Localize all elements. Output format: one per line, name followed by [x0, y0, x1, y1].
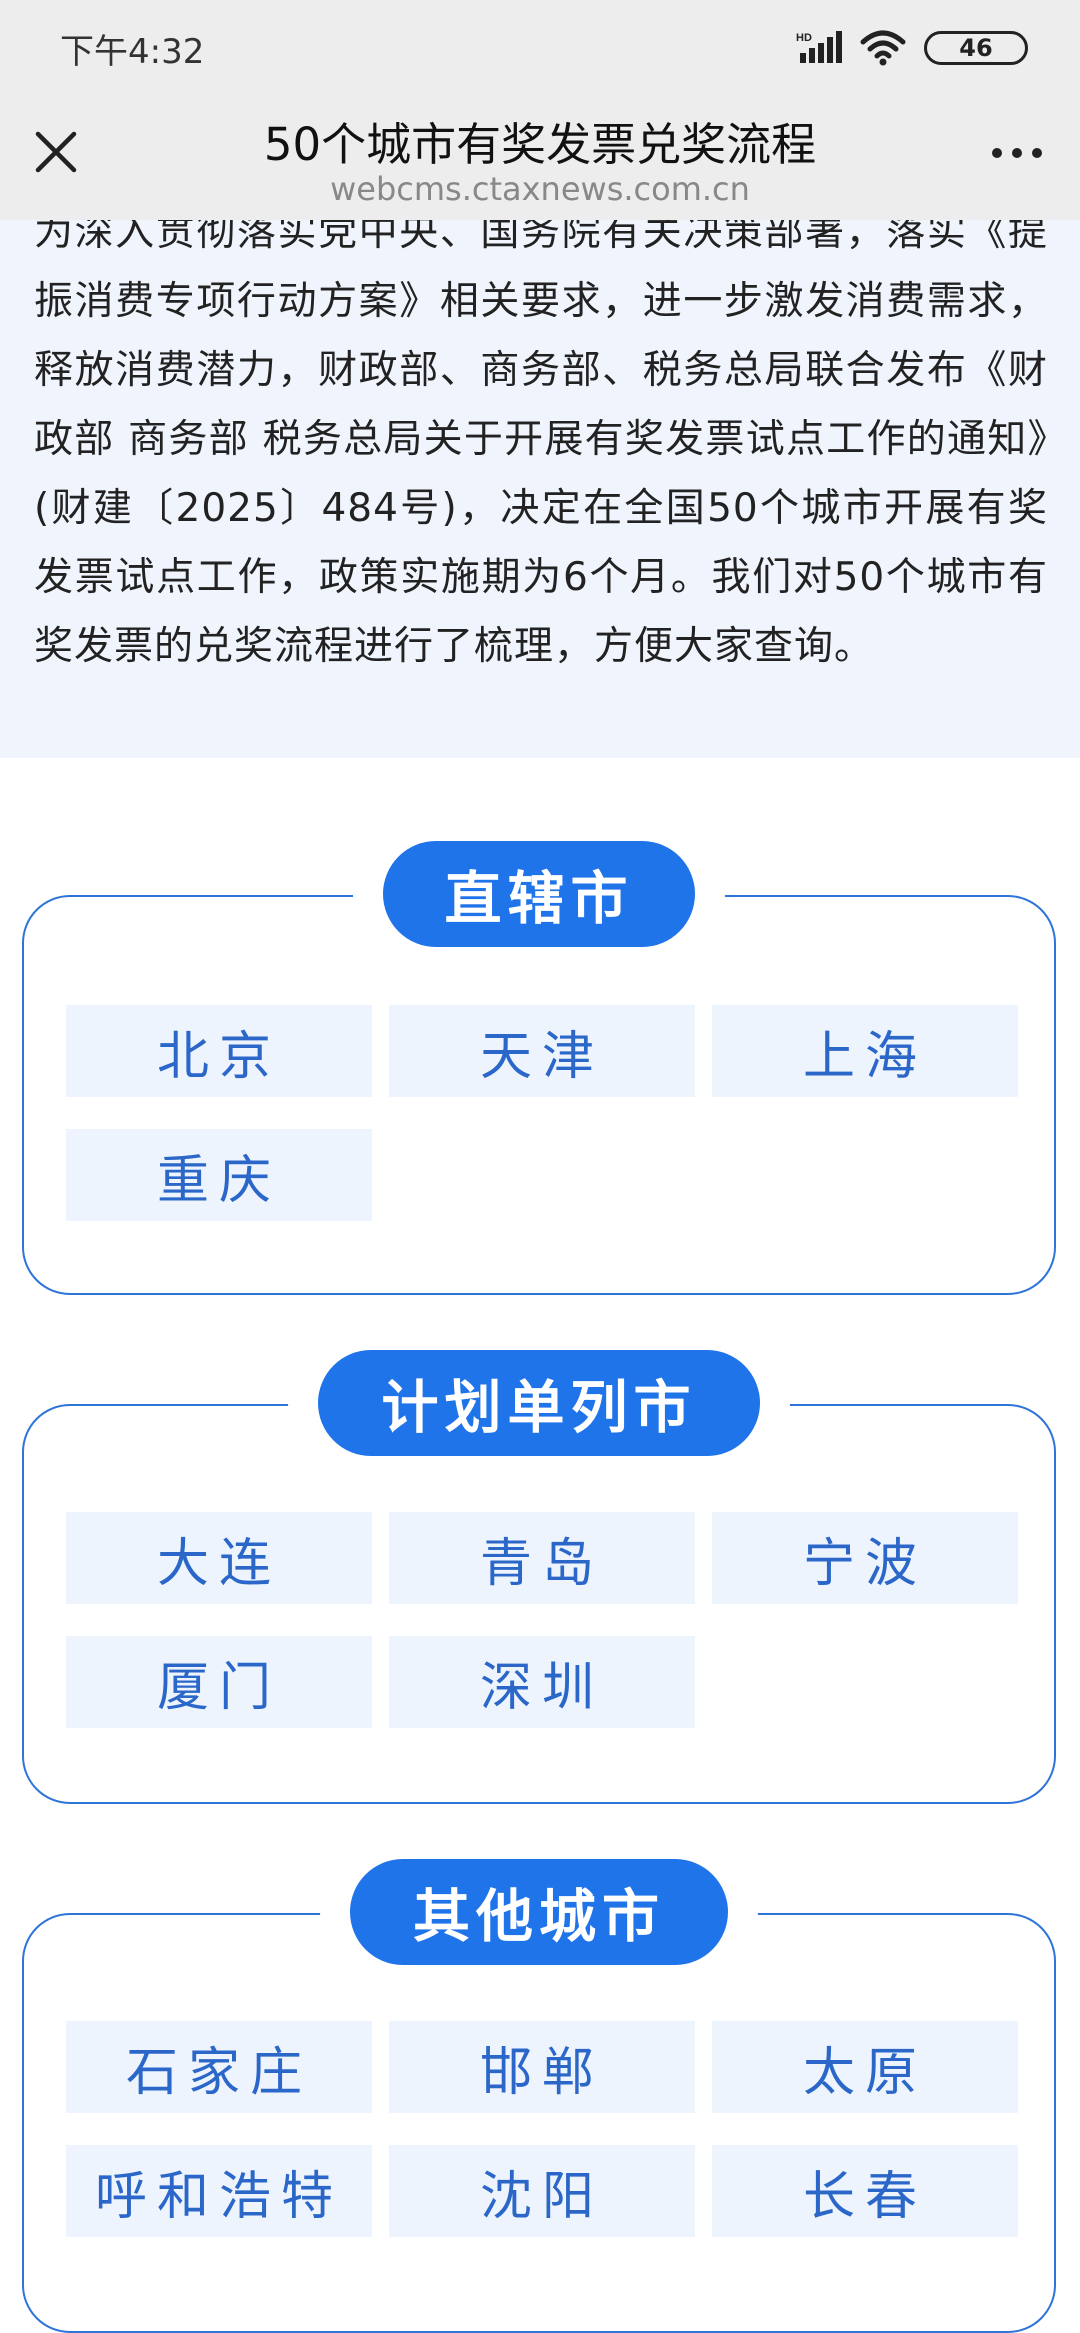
battery-icon: 46	[924, 31, 1028, 65]
city-button[interactable]: 邯郸	[389, 2021, 695, 2113]
city-button[interactable]: 宁波	[712, 1512, 1018, 1604]
status-icons: HD 46	[796, 26, 1028, 70]
city-button[interactable]: 重庆	[66, 1129, 372, 1221]
page-url: webcms.ctaxnews.com.cn	[330, 170, 750, 208]
city-button[interactable]: 太原	[712, 2021, 1018, 2113]
city-grid: 大连 青岛 宁波 厦门 深圳	[66, 1512, 1018, 1728]
city-button[interactable]: 大连	[66, 1512, 372, 1604]
more-options-icon[interactable]	[992, 148, 1042, 158]
section-municipalities: 直辖市 北京 天津 上海 重庆	[22, 841, 1056, 1295]
city-button[interactable]: 北京	[66, 1005, 372, 1097]
city-button[interactable]: 上海	[712, 1005, 1018, 1097]
network-label: HD	[796, 32, 812, 44]
status-bar: 下午4:32 HD 46	[0, 0, 1080, 96]
city-button[interactable]: 深圳	[389, 1636, 695, 1728]
signal-icon: HD	[796, 31, 842, 63]
city-button[interactable]: 呼和浩特	[66, 2145, 372, 2237]
status-time: 下午4:32	[60, 32, 205, 72]
section-title: 计划单列市	[318, 1350, 760, 1456]
section-title: 直辖市	[383, 841, 695, 947]
city-button[interactable]: 石家庄	[66, 2021, 372, 2113]
city-button[interactable]: 沈阳	[389, 2145, 695, 2237]
city-button[interactable]: 厦门	[66, 1636, 372, 1728]
city-button[interactable]: 青岛	[389, 1512, 695, 1604]
city-button[interactable]: 长春	[712, 2145, 1018, 2237]
nav-bar: 50个城市有奖发票兑奖流程 webcms.ctaxnews.com.cn	[0, 96, 1080, 220]
wifi-icon	[860, 30, 906, 66]
city-grid: 石家庄 邯郸 太原 呼和浩特 沈阳 长春	[66, 2021, 1018, 2237]
section-title: 其他城市	[350, 1859, 728, 1965]
page-title: 50个城市有奖发票兑奖流程	[263, 118, 817, 171]
section-other-cities: 其他城市 石家庄 邯郸 太原 呼和浩特 沈阳 长春	[22, 1859, 1056, 2333]
intro-block: 为深入贯彻落实党中央、国务院有关决策部署，落实《提振消费专项行动方案》相关要求，…	[0, 220, 1080, 758]
section-separately-planned-cities: 计划单列市 大连 青岛 宁波 厦门 深圳	[22, 1350, 1056, 1804]
city-button[interactable]: 天津	[389, 1005, 695, 1097]
city-grid: 北京 天津 上海 重庆	[66, 1005, 1018, 1221]
intro-text: 为深入贯彻落实党中央、国务院有关决策部署，落实《提振消费专项行动方案》相关要求，…	[34, 220, 1048, 669]
